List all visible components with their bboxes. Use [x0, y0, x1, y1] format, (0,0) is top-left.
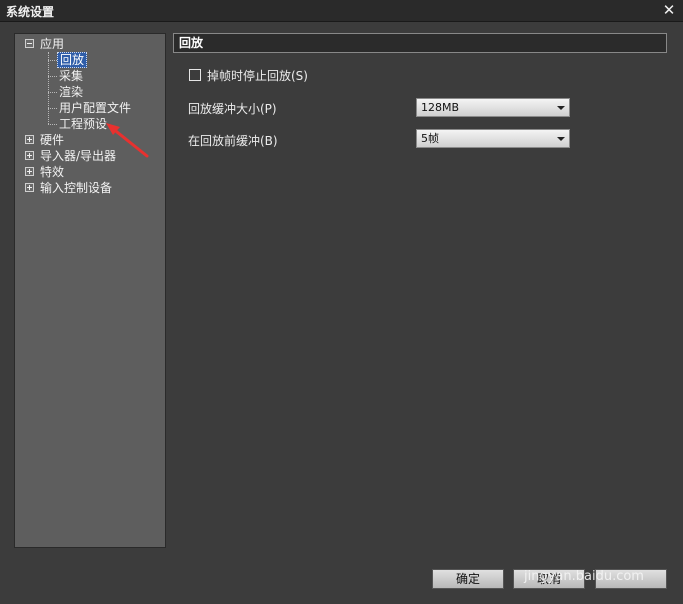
tree-connector [48, 124, 57, 125]
stop-on-dropped-frames-label: 掉帧时停止回放(S) [207, 69, 308, 83]
tree-item-playback-label: 回放 [57, 52, 88, 68]
expand-icon[interactable] [25, 135, 34, 144]
chevron-down-icon [557, 137, 565, 141]
settings-tree: 应用 回放 采集 渲染 用户配置文件 工程预设 硬件 导入器/导出器 特效 输入… [14, 33, 166, 548]
tree-item-effects[interactable]: 特效 [40, 164, 64, 180]
stop-on-dropped-frames-checkbox[interactable] [189, 69, 201, 81]
tree-item-input-control-device[interactable]: 输入控制设备 [40, 180, 112, 196]
expand-icon[interactable] [25, 183, 34, 192]
pre-buffer-value: 5帧 [421, 132, 439, 145]
pre-buffer-select[interactable]: 5帧 [416, 129, 570, 148]
buffer-size-select[interactable]: 128MB [416, 98, 570, 117]
watermark: jingyan.baidu.com [524, 569, 644, 584]
tree-item-hardware[interactable]: 硬件 [40, 132, 64, 148]
collapse-icon[interactable] [25, 39, 34, 48]
tree-connector [48, 52, 49, 124]
chevron-down-icon [557, 106, 565, 110]
window-title: 系统设置 [6, 5, 55, 19]
title-bar: 系统设置 ✕ [0, 0, 683, 22]
section-header: 回放 [173, 33, 667, 53]
tree-connector [48, 60, 57, 61]
buffer-size-value: 128MB [421, 101, 460, 114]
ok-button[interactable]: 确定 [432, 569, 504, 589]
tree-item-user-profile[interactable]: 用户配置文件 [59, 100, 131, 116]
buffer-size-label: 回放缓冲大小(P) [188, 102, 277, 116]
tree-item-application[interactable]: 应用 [40, 36, 64, 52]
tree-connector [48, 108, 57, 109]
tree-item-render[interactable]: 渲染 [59, 84, 83, 100]
expand-icon[interactable] [25, 151, 34, 160]
tree-item-playback[interactable]: 回放 [57, 52, 88, 68]
tree-item-capture[interactable]: 采集 [59, 68, 83, 84]
expand-icon[interactable] [25, 167, 34, 176]
annotation-arrow-icon [106, 123, 149, 158]
close-icon[interactable]: ✕ [661, 2, 677, 18]
pre-buffer-label: 在回放前缓冲(B) [188, 134, 278, 148]
tree-connector [48, 76, 57, 77]
tree-connector [48, 92, 57, 93]
